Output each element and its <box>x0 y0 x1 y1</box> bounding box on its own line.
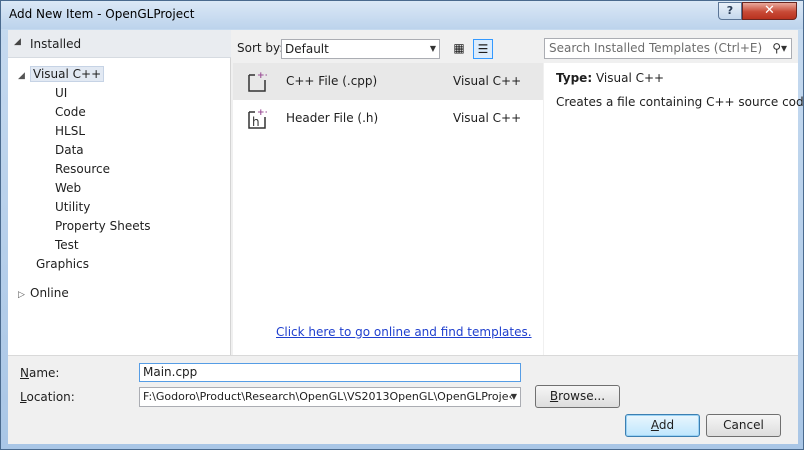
template-language: Visual C++ <box>453 74 522 88</box>
grid-view-icon: ▦ <box>453 41 465 55</box>
collapse-triangle-icon: ◢ <box>14 37 21 47</box>
sort-by-label: Sort by: <box>237 41 284 55</box>
tree-item-data[interactable]: Data <box>55 141 84 159</box>
template-row-cpp[interactable]: ++ C++ File (.cpp) Visual C++ <box>233 63 543 100</box>
tree-item-test[interactable]: Test <box>55 236 79 254</box>
help-button[interactable]: ? <box>718 2 742 20</box>
location-label-text: ocation: <box>26 390 75 404</box>
location-combobox[interactable]: F:\Godoro\Product\Research\OpenGL\VS2013… <box>139 387 521 407</box>
name-input[interactable]: Main.cpp <box>139 363 521 382</box>
name-label-accel: N <box>20 366 29 380</box>
type-value: Visual C++ <box>595 71 665 85</box>
type-label: Type: <box>556 71 593 85</box>
tree-item-visual-cpp[interactable]: ◢ Visual C++ <box>18 65 105 83</box>
name-label: Name: <box>20 366 59 380</box>
browse-button[interactable]: Browse... <box>535 385 620 408</box>
browse-label: rowse... <box>558 389 606 403</box>
installed-header[interactable]: ◢ Installed <box>8 30 231 58</box>
type-line: Type: Visual C++ <box>556 71 664 85</box>
template-name: Header File (.h) <box>286 111 379 125</box>
add-button[interactable]: Add <box>625 414 700 437</box>
details-pane: Type: Visual C++ Creates a file containi… <box>544 63 804 355</box>
close-button[interactable]: ✕ <box>742 2 797 20</box>
online-label: Online <box>30 286 69 300</box>
svg-text:++: ++ <box>257 71 267 81</box>
category-tree: ◢ Installed ◢ Visual C++ UI Code HLSL Dat… <box>8 30 231 355</box>
search-icon[interactable]: ⚲▾ <box>772 39 787 58</box>
small-icons-view-button[interactable]: ▦ <box>449 39 469 59</box>
expanded-triangle-icon: ◢ <box>18 71 25 81</box>
template-language: Visual C++ <box>453 111 522 125</box>
tree-item-web[interactable]: Web <box>55 179 81 197</box>
browse-accel: B <box>549 389 559 403</box>
cpp-file-icon: ++ <box>248 71 267 92</box>
template-row-header[interactable]: h ++ Header File (.h) Visual C++ <box>233 100 543 137</box>
list-view-icon: ☰ <box>477 42 489 56</box>
window-title: Add New Item - OpenGLProject <box>9 7 195 21</box>
dialog-window: Add New Item - OpenGLProject ? ✕ ◢ Insta… <box>0 0 804 450</box>
chevron-down-icon: ▼ <box>429 44 436 53</box>
list-view-button[interactable]: ☰ <box>473 39 493 59</box>
bottom-form: Name: Main.cpp Location: F:\Godoro\Produ… <box>8 355 798 444</box>
template-list: ++ C++ File (.cpp) Visual C++ h ++ Heade… <box>233 63 543 355</box>
tree-item-online[interactable]: ▷ Online <box>18 284 69 302</box>
search-input[interactable]: Search Installed Templates (Ctrl+E) ⚲▾ <box>544 38 792 59</box>
template-name: C++ File (.cpp) <box>286 74 378 88</box>
tree-item-code[interactable]: Code <box>55 103 86 121</box>
title-bar: Add New Item - OpenGLProject ? ✕ <box>1 1 803 29</box>
header-file-icon: h ++ <box>248 108 267 129</box>
tree-item-ui[interactable]: UI <box>55 84 67 102</box>
collapsed-triangle-icon: ▷ <box>18 290 25 300</box>
add-accel: A <box>650 418 659 432</box>
tree-item-hlsl[interactable]: HLSL <box>55 122 85 140</box>
location-label: Location: <box>20 390 75 404</box>
search-placeholder: Search Installed Templates (Ctrl+E) <box>549 41 763 55</box>
tree-item-property-sheets[interactable]: Property Sheets <box>55 217 151 235</box>
tree-item-label: Visual C++ <box>30 66 105 82</box>
tree-item-utility[interactable]: Utility <box>55 198 90 216</box>
sort-by-dropdown[interactable]: Default ▼ <box>281 39 440 59</box>
add-label: dd <box>658 418 675 432</box>
installed-label: Installed <box>30 37 82 51</box>
chevron-down-icon: ▼ <box>510 392 517 401</box>
template-description: Creates a file containing C++ source cod… <box>556 95 804 109</box>
location-value: F:\Godoro\Product\Research\OpenGL\VS2013… <box>143 390 513 403</box>
tree-item-resource[interactable]: Resource <box>55 160 110 178</box>
toolbar: Sort by: Default ▼ ▦ ☰ Search Installed … <box>231 30 798 63</box>
tree-item-graphics[interactable]: Graphics <box>36 255 89 273</box>
name-label-text: ame: <box>28 366 60 380</box>
sort-by-value: Default <box>285 42 329 56</box>
online-templates-link[interactable]: Click here to go online and find templat… <box>276 325 532 339</box>
svg-text:++: ++ <box>257 108 267 118</box>
dialog-client: ◢ Installed ◢ Visual C++ UI Code HLSL Dat… <box>8 30 804 444</box>
cancel-button[interactable]: Cancel <box>706 414 781 437</box>
